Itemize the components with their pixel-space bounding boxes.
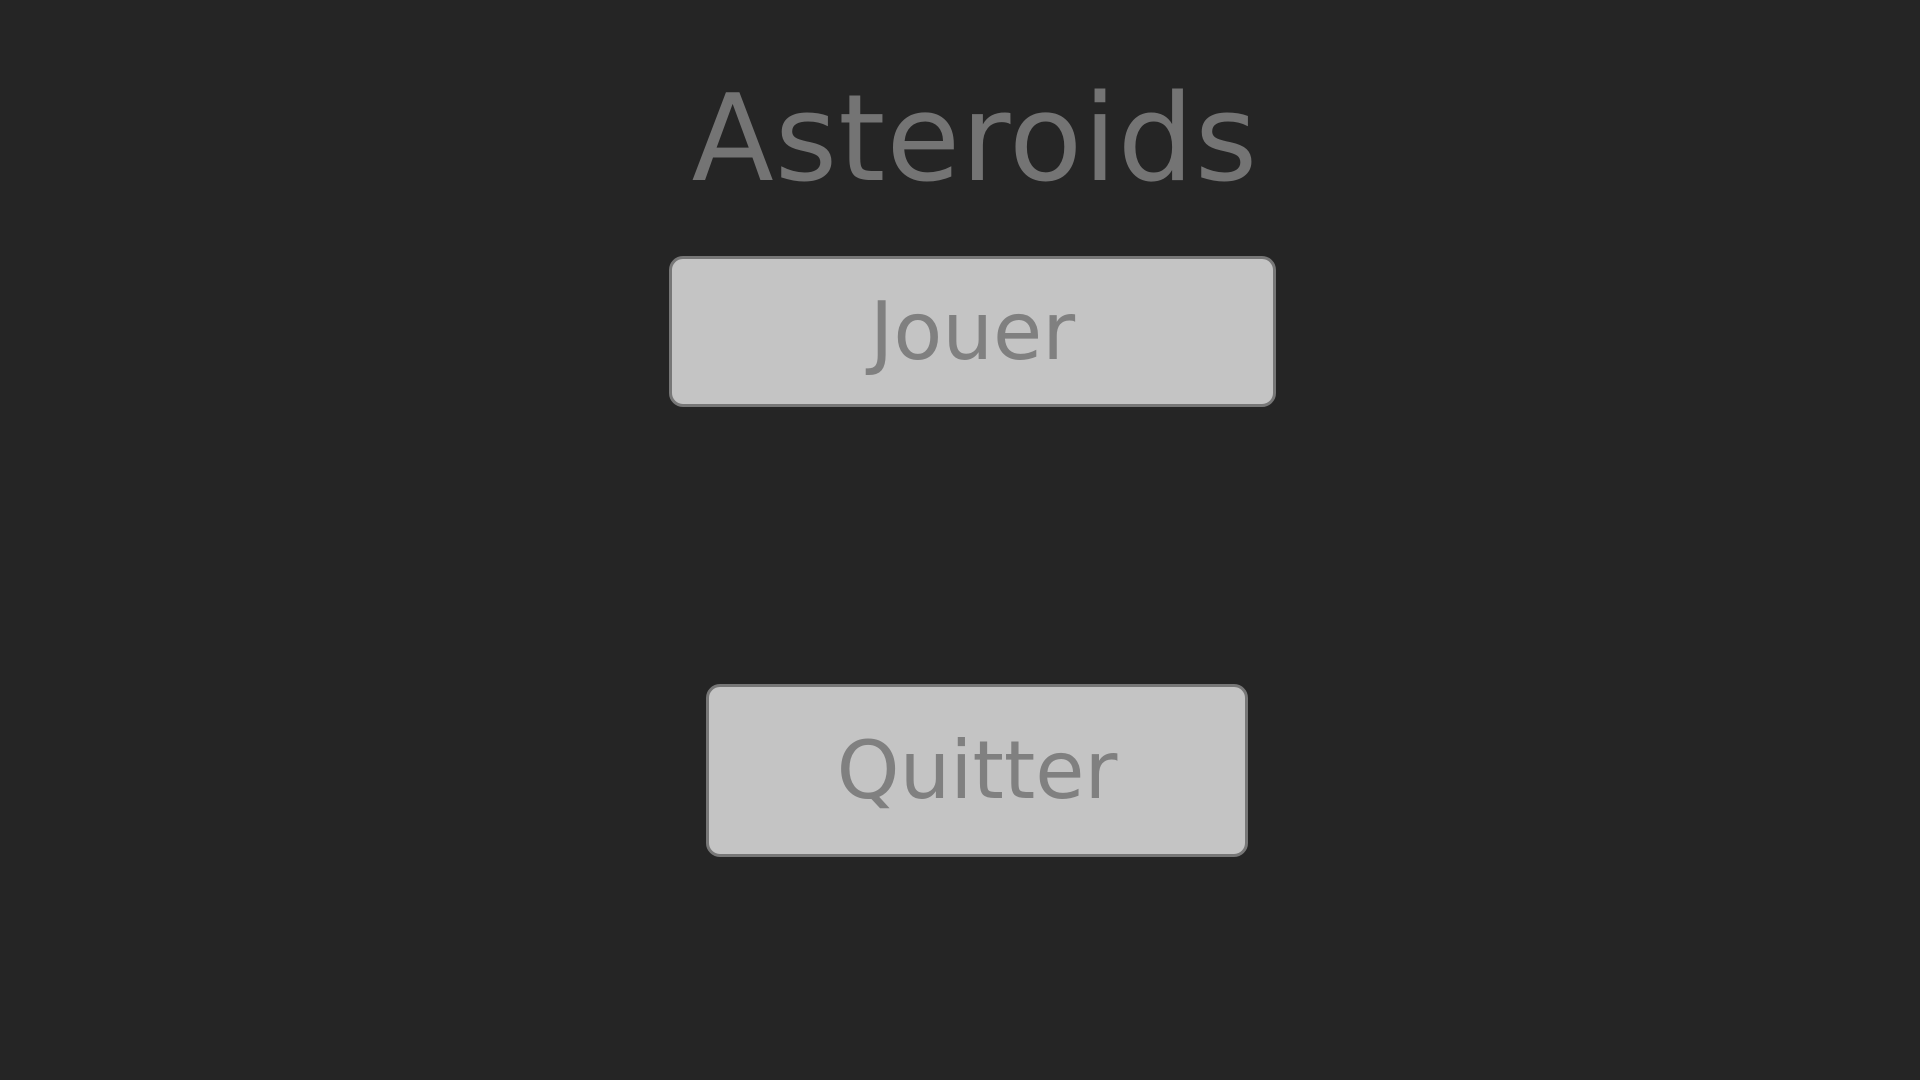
game-title: Asteroids [691,70,1259,209]
play-button-label: Jouer [869,285,1076,378]
main-menu-screen: Asteroids Jouer Quitter [0,0,1920,1080]
quit-button-label: Quitter [836,724,1118,817]
quit-button[interactable]: Quitter [706,684,1248,857]
play-button[interactable]: Jouer [669,256,1276,407]
